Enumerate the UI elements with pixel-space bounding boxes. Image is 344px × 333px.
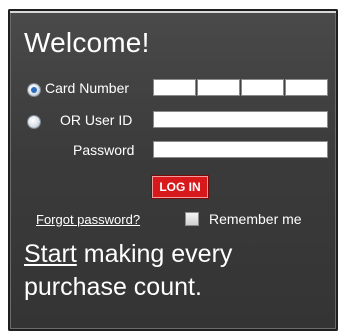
login-panel: Welcome! Card Number OR User ID Password… xyxy=(8,9,338,331)
welcome-title: Welcome! xyxy=(24,27,150,58)
promo-text: Start making every purchase count. xyxy=(24,238,324,304)
forgot-password-link[interactable]: Forgot password? xyxy=(36,212,140,227)
user-id-input[interactable] xyxy=(153,111,328,128)
user-id-radio[interactable] xyxy=(28,116,40,128)
remember-me-label: Remember me xyxy=(209,211,302,227)
card-number-segment-1[interactable] xyxy=(153,79,196,96)
password-input[interactable] xyxy=(153,141,328,158)
card-number-segment-2[interactable] xyxy=(197,79,240,96)
start-link[interactable]: Start xyxy=(24,240,77,268)
card-number-segment-4[interactable] xyxy=(285,79,328,96)
remember-me-checkbox[interactable] xyxy=(185,212,199,226)
card-number-radio[interactable] xyxy=(28,84,40,96)
card-number-segment-3[interactable] xyxy=(241,79,284,96)
login-button[interactable]: LOG IN xyxy=(153,177,207,197)
card-number-label: Card Number xyxy=(45,80,130,96)
user-id-label: OR User ID xyxy=(60,112,133,128)
password-label: Password xyxy=(73,142,135,158)
